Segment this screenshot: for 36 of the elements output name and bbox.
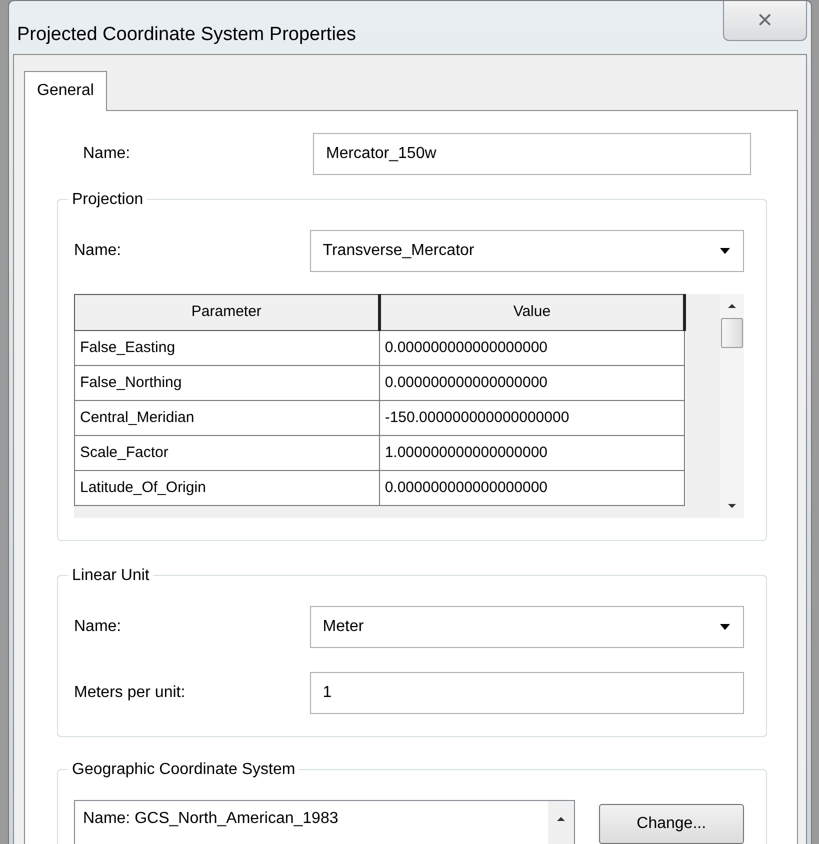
scrollbar[interactable] xyxy=(548,801,574,844)
change-button[interactable]: Change... xyxy=(598,804,744,844)
field-label: Name: xyxy=(74,241,122,261)
dropdown-value: Meter xyxy=(322,617,364,637)
dropdown-caret-icon[interactable] xyxy=(719,623,731,631)
table-cell: False_Easting xyxy=(74,330,380,366)
table-cell: 0.000000000000000000 xyxy=(379,366,685,400)
table-cell: -150.000000000000000000 xyxy=(379,400,685,436)
column-header[interactable]: Parameter xyxy=(74,294,380,330)
window-title: Projected Coordinate System Properties xyxy=(17,23,356,47)
tab[interactable]: General xyxy=(24,71,107,111)
list-item[interactable]: Name: GCS_North_American_1983 xyxy=(83,807,540,831)
scroll-up-icon[interactable] xyxy=(726,302,738,310)
gcs-listbox[interactable]: Name: GCS_North_American_1983 xyxy=(74,800,575,844)
name-field[interactable]: Mercator_150w xyxy=(313,133,751,175)
table-cell: Central_Meridian xyxy=(74,400,380,436)
scroll-thumb[interactable] xyxy=(721,318,744,348)
table-cell: 1.000000000000000000 xyxy=(379,436,685,470)
table-cell: Scale_Factor xyxy=(74,436,380,470)
scroll-down-icon[interactable] xyxy=(726,502,738,510)
table-cell: Latitude_Of_Origin xyxy=(74,470,380,506)
projection-dropdown[interactable]: Transverse_Mercator xyxy=(310,230,744,272)
table-cell: 0.000000000000000000 xyxy=(379,470,685,506)
column-header[interactable]: Value xyxy=(379,294,685,330)
unit-dropdown[interactable]: Meter xyxy=(310,606,744,648)
field-label: Meters per unit: xyxy=(74,683,186,703)
table-cell: False_Northing xyxy=(74,366,380,400)
table-cell: 0.000000000000000000 xyxy=(379,330,685,366)
scrollbar[interactable] xyxy=(720,294,744,518)
field-label: Name: xyxy=(82,144,132,164)
scroll-up-icon[interactable] xyxy=(554,815,567,823)
meters-per-unit-field[interactable]: 1 xyxy=(310,672,744,714)
close-button[interactable]: ✕ xyxy=(723,1,807,41)
dropdown-value: Transverse_Mercator xyxy=(322,241,474,261)
dropdown-caret-icon[interactable] xyxy=(719,247,731,255)
field-label: Name: xyxy=(74,617,122,637)
